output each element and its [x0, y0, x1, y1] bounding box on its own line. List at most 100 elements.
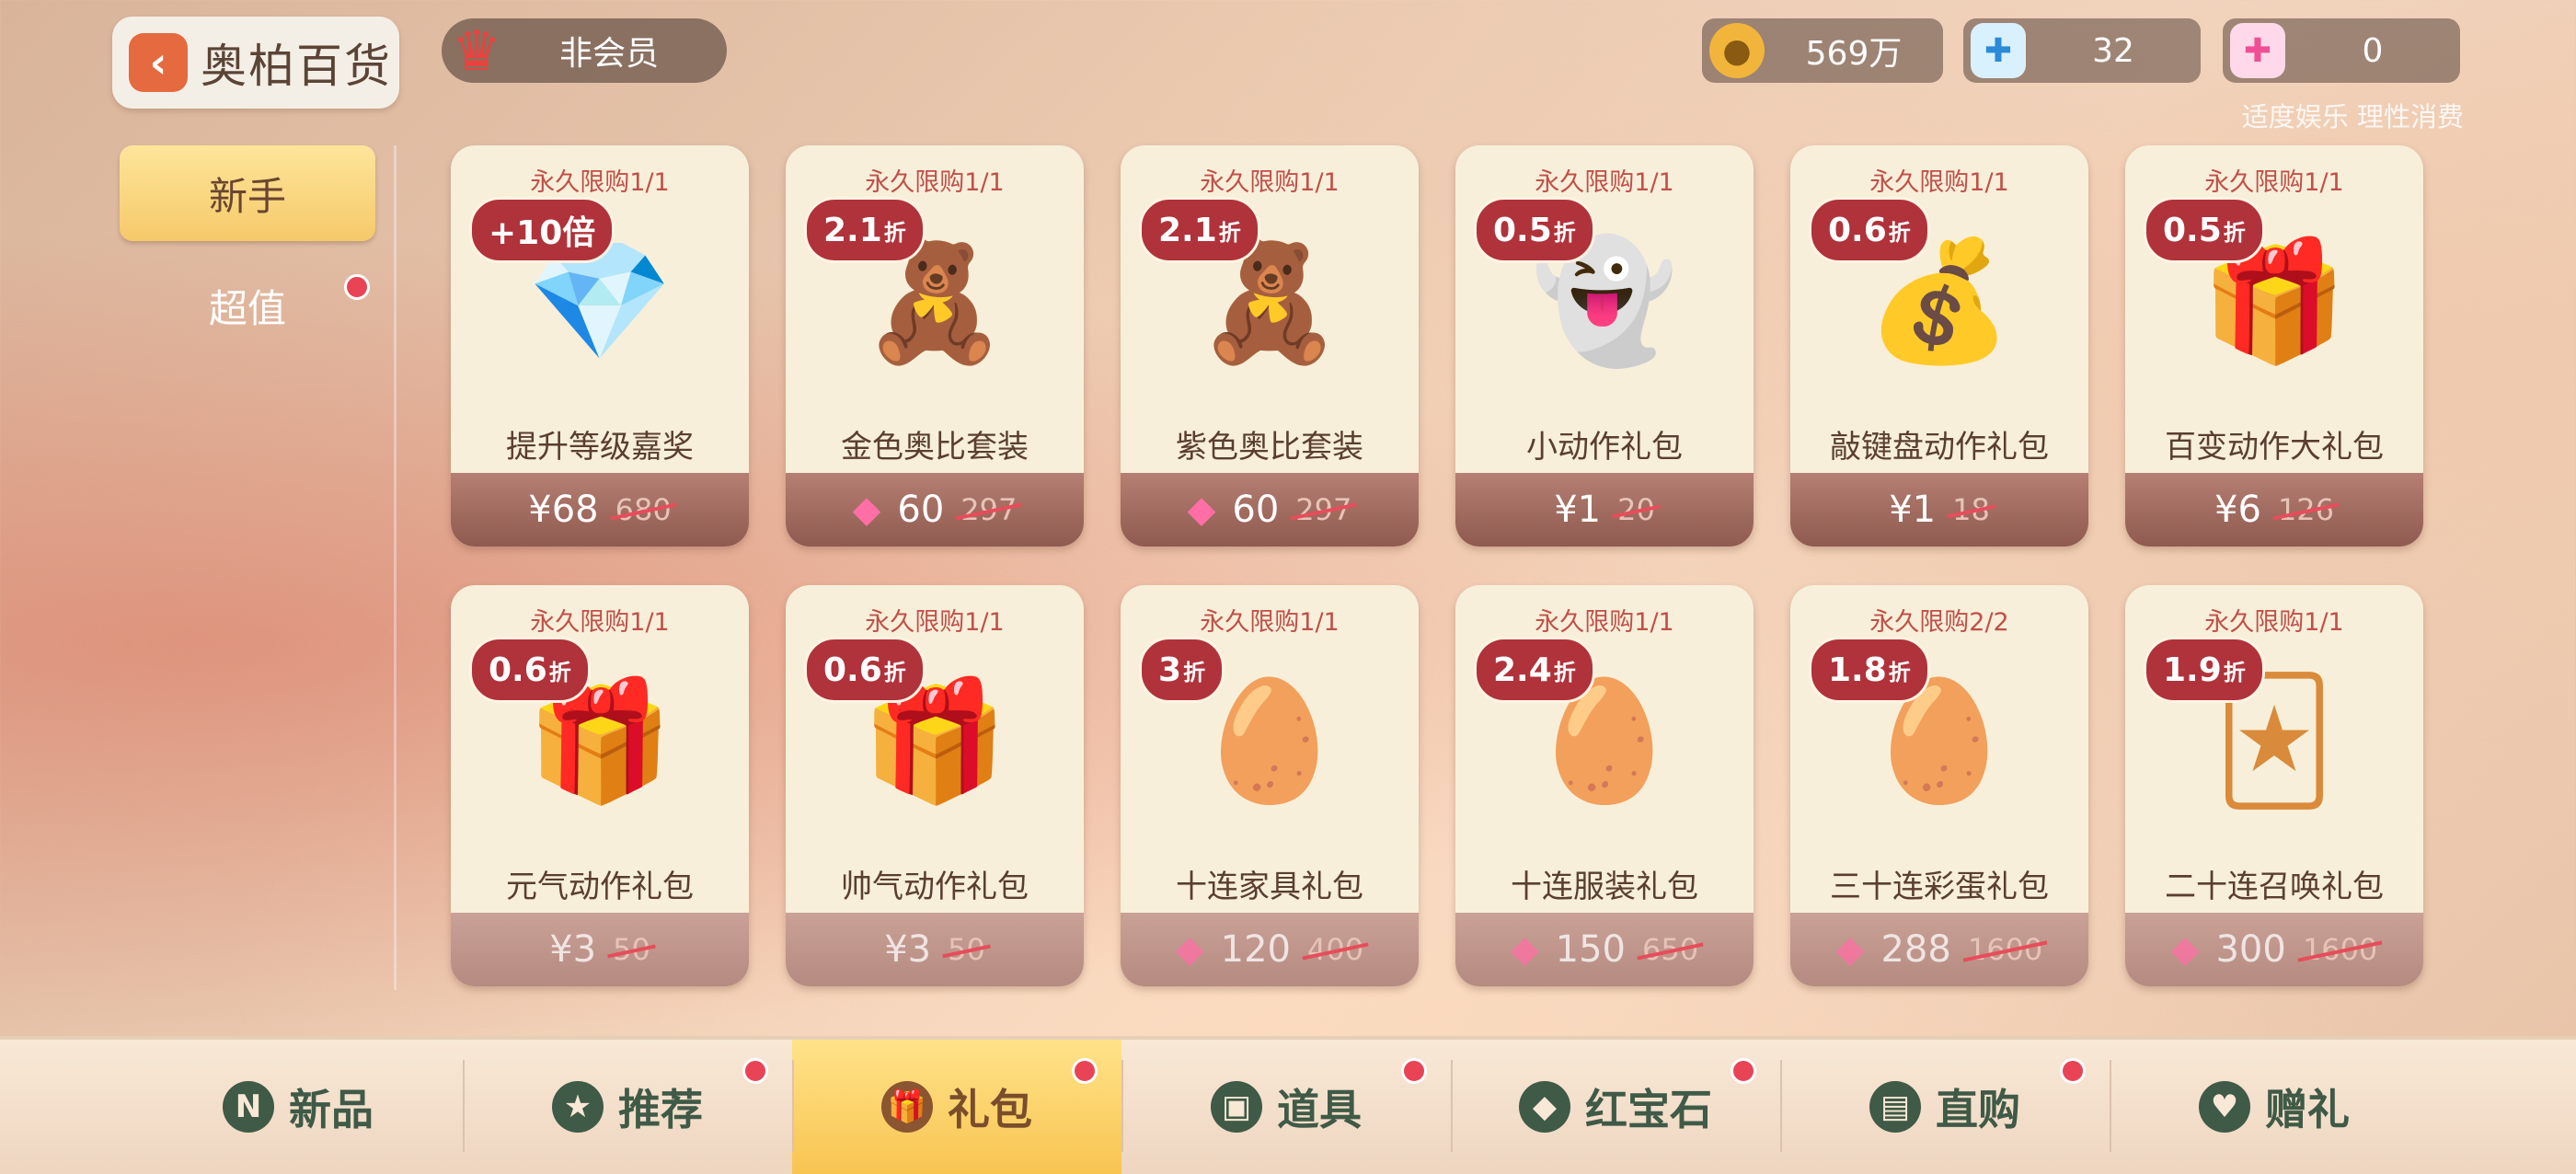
gift-pack-card[interactable]: 永久限购1/1 2.4 折 🥚 十连服装礼包 ◆ 150 650: [1455, 585, 1754, 986]
original-price: 297: [1295, 492, 1352, 527]
coin-icon: ●: [1709, 23, 1765, 78]
gift-pack-card[interactable]: 永久限购1/1 0.6 折 🎁 帅气动作礼包 ¥3 50: [786, 585, 1084, 986]
notification-dot: [344, 274, 370, 300]
tab-separator: [792, 1060, 794, 1152]
current-price: 150: [1555, 928, 1627, 971]
pack-name: 十连服装礼包: [1511, 869, 1698, 905]
original-price: 1600: [1967, 932, 2043, 967]
direct-buy-icon: ▤: [1869, 1081, 1921, 1133]
tab-direct-buy[interactable]: ▤ 直购: [1780, 1040, 2110, 1174]
pack-name: 小动作礼包: [1526, 429, 1683, 466]
price-bar[interactable]: ¥1 20: [1455, 473, 1754, 547]
purchase-limit: 永久限购1/1: [2204, 168, 2344, 197]
tab-label: 直购: [1936, 1085, 2020, 1134]
gift-pack-card[interactable]: 永久限购1/1 0.5 折 🎁 百变动作大礼包 ¥6 126: [2125, 145, 2423, 547]
discount-badge: 2.1 折: [804, 197, 926, 263]
discount-badge: 1.8 折: [1809, 637, 1930, 703]
gift-pack-card[interactable]: 永久限购1/1 0.6 折 🎁 元气动作礼包 ¥3 50: [451, 585, 749, 986]
pack-name: 敲键盘动作礼包: [1830, 429, 2049, 466]
current-price: ¥1: [1554, 489, 1602, 531]
gift-pack-card[interactable]: 永久限购1/1 0.6 折 💰 敲键盘动作礼包 ¥1 18: [1790, 145, 2088, 547]
price-bar[interactable]: ◆ 300 1600: [2125, 913, 2423, 986]
gifting-icon: ♥: [2199, 1081, 2250, 1133]
pack-name: 二十连召唤礼包: [2165, 869, 2384, 905]
price-bar[interactable]: ◆ 60 297: [1121, 473, 1419, 547]
tab-separator: [1780, 1060, 1782, 1152]
items-icon: ▣: [1211, 1081, 1262, 1133]
gift-pack-card[interactable]: 永久限购1/1 0.5 折 👻 小动作礼包 ¥1 20: [1455, 145, 1754, 547]
gift-pack-card[interactable]: 永久限购1/1 3 折 🥚 十连家具礼包 ◆ 120 400: [1121, 585, 1419, 986]
discount-unit: 折: [883, 659, 906, 685]
coin-value: 569万: [1805, 35, 1903, 73]
price-bar[interactable]: ¥1 18: [1790, 473, 2088, 547]
discount-unit: 折: [1553, 219, 1576, 246]
pack-name: 提升等级嘉奖: [506, 429, 694, 466]
pack-name: 百变动作大礼包: [2165, 429, 2384, 466]
price-bar[interactable]: ¥6 126: [2125, 473, 2423, 547]
gift-pack-card[interactable]: 永久限购1/1 1.9 折 🃏 二十连召唤礼包 ◆ 300 1600: [2125, 585, 2423, 986]
shop-title: 奥柏百货: [201, 40, 392, 93]
gem-balance[interactable]: ✚ 0: [2223, 18, 2460, 83]
purchase-limit: 永久限购1/1: [865, 608, 1005, 637]
crystal-balance[interactable]: ✚ 32: [1963, 18, 2201, 83]
original-price: 400: [1307, 932, 1364, 967]
tab-separator: [1121, 1060, 1123, 1152]
discount-unit: 折: [2223, 219, 2246, 246]
tab-label: 新品: [289, 1085, 374, 1134]
notification-dot: [1731, 1058, 1756, 1084]
price-bar[interactable]: ◆ 150 650: [1455, 913, 1754, 986]
tab-gift-pack[interactable]: 🎁 礼包: [792, 1040, 1121, 1174]
top-bar: ‹ 奥柏百货 ♛ 非会员 ● 569万 ✚ 32 ✚ 0 适度娱乐 理性消费: [0, 0, 2576, 132]
gem-icon: ◆: [852, 489, 881, 531]
current-price: 60: [1232, 489, 1280, 531]
tab-items[interactable]: ▣ 道具: [1121, 1040, 1451, 1174]
gem-value: 0: [2362, 31, 2384, 70]
discount-unit: 折: [2223, 659, 2246, 685]
crystal-plus-icon[interactable]: ✚: [1971, 23, 2026, 78]
tab-recommend[interactable]: ★ 推荐: [463, 1040, 792, 1174]
price-bar[interactable]: ¥3 50: [451, 913, 749, 986]
sidebar-item-value[interactable]: 超值: [120, 258, 375, 353]
tab-separator: [1451, 1060, 1453, 1152]
discount-badge: 2.1 折: [1139, 197, 1260, 263]
discount-value: 2.4: [1493, 650, 1552, 689]
gift-pack-card[interactable]: 永久限购1/1 2.1 折 🧸 紫色奥比套装 ◆ 60 297: [1121, 145, 1419, 547]
price-bar[interactable]: ¥3 50: [786, 913, 1084, 986]
member-status-badge[interactable]: ♛ 非会员: [442, 18, 727, 84]
bottom-tab-bar: N 新品 ★ 推荐 🎁 礼包 ▣ 道具 ◆ 红宝石 ▤ 直购 ♥ 赠礼: [0, 1036, 2576, 1174]
price-bar[interactable]: ¥68 680: [451, 473, 749, 547]
discount-value: 0.5: [2163, 211, 2222, 249]
gift-pack-card[interactable]: 永久限购2/2 1.8 折 🥚 三十连彩蛋礼包 ◆ 288 1600: [1790, 585, 2088, 986]
current-price: ¥68: [528, 489, 599, 531]
gem-icon: ◆: [1835, 928, 1865, 971]
sidebar-item-label: 新手: [208, 173, 286, 219]
discount-value: 0.6: [489, 650, 547, 689]
notification-dot: [1401, 1058, 1427, 1084]
original-price: 20: [1617, 492, 1655, 527]
gift-pack-card[interactable]: 永久限购1/1 2.1 折 🧸 金色奥比套装 ◆ 60 297: [786, 145, 1084, 547]
price-bar[interactable]: ◆ 60 297: [786, 473, 1084, 547]
purchase-limit: 永久限购1/1: [1535, 608, 1674, 637]
purchase-limit: 永久限购1/1: [1200, 608, 1340, 637]
gift-pack-card[interactable]: 永久限购1/1 +10倍 💎 提升等级嘉奖 ¥68 680: [451, 145, 749, 547]
discount-value: 0.6: [1828, 211, 1887, 249]
coin-balance[interactable]: ● 569万: [1702, 18, 1943, 83]
discount-value: 0.6: [823, 650, 882, 689]
crystal-value: 32: [2092, 31, 2134, 70]
price-bar[interactable]: ◆ 288 1600: [1790, 913, 2088, 986]
pack-name: 三十连彩蛋礼包: [1830, 869, 2049, 905]
pack-name: 金色奥比套装: [841, 429, 1029, 466]
discount-unit: 折: [1218, 219, 1241, 246]
tab-gifting[interactable]: ♥ 赠礼: [2110, 1040, 2439, 1174]
gem-plus-icon[interactable]: ✚: [2230, 23, 2285, 78]
back-button[interactable]: ‹ 奥柏百货: [112, 17, 399, 109]
price-bar[interactable]: ◆ 120 400: [1121, 913, 1419, 986]
sidebar-item-newbie[interactable]: 新手: [120, 145, 375, 241]
discount-value: +10倍: [489, 214, 596, 252]
tab-new[interactable]: N 新品: [133, 1040, 463, 1174]
discount-value: 1.8: [1828, 650, 1887, 689]
discount-badge: 1.9 折: [2144, 637, 2265, 703]
sidebar-item-label: 超值: [208, 285, 286, 331]
current-price: ¥6: [2214, 489, 2261, 531]
tab-ruby[interactable]: ◆ 红宝石: [1451, 1040, 1780, 1174]
